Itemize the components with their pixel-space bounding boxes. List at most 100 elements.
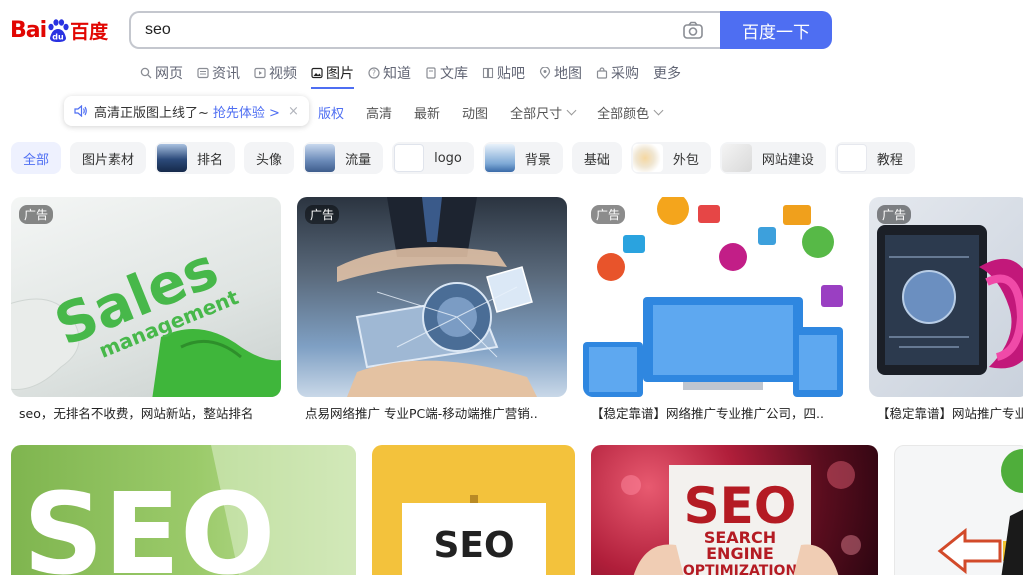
- filter-color-dropdown[interactable]: 全部颜色: [597, 103, 664, 122]
- tab-more[interactable]: 更多: [653, 62, 681, 84]
- search-button[interactable]: 百度一下: [720, 11, 832, 49]
- category-chips: 全部 图片素材 排名 头像 流量 logo 背景 基础 外包 网站建设 教程: [11, 142, 924, 174]
- image-caption[interactable]: 【稳定靠谱】网站推广专业: [877, 403, 1023, 422]
- chip-logo[interactable]: logo: [392, 142, 474, 174]
- camera-icon[interactable]: [683, 21, 703, 39]
- chip-thumbnail: [721, 144, 752, 172]
- image-caption[interactable]: 【稳定靠谱】网络推广专业推广公司，四..: [591, 403, 853, 422]
- seo-sign-image: SEO: [402, 495, 546, 575]
- chip-label: 头像: [256, 152, 283, 168]
- logo-latin: Bai: [10, 17, 47, 43]
- promo-message: 高清正版图上线了~: [94, 105, 209, 121]
- chip-label: 背景: [524, 152, 551, 168]
- chip-all[interactable]: 全部: [11, 142, 62, 174]
- image-card-arrow[interactable]: [894, 445, 1023, 575]
- ad-badge: 广告: [305, 205, 340, 224]
- tab-label: 图片: [326, 66, 354, 82]
- seo-text: SEO: [23, 470, 275, 575]
- tab-news[interactable]: 资讯: [197, 62, 240, 84]
- chip-traffic[interactable]: 流量: [303, 142, 384, 174]
- chip-image-material[interactable]: 图片素材: [70, 142, 147, 174]
- ad-badge: 广告: [877, 205, 912, 224]
- close-icon[interactable]: ×: [288, 104, 299, 119]
- image-caption[interactable]: 点易网络推广 专业PC端-移动端推广营销..: [305, 403, 567, 422]
- video-icon: [254, 67, 266, 79]
- chip-tutorial[interactable]: 教程: [834, 142, 915, 174]
- network-hand-image: [337, 197, 537, 397]
- seo-text: SEO: [433, 525, 514, 566]
- seo-text: SEO: [684, 477, 797, 535]
- optimization-text: OPTIMIZATION: [683, 563, 797, 575]
- map-pin-icon: [539, 67, 551, 79]
- image-icon: [311, 67, 323, 79]
- arrow-money-image: [937, 449, 1023, 575]
- baidu-logo[interactable]: Bai du 百度: [10, 12, 108, 48]
- chip-label: 流量: [345, 152, 372, 168]
- chip-label: 网站建设: [761, 152, 814, 168]
- devices-icons-image: [583, 197, 843, 397]
- document-icon: [426, 67, 436, 79]
- image-card-tablet[interactable]: 广告: [869, 197, 1023, 397]
- chip-thumbnail: [632, 144, 663, 172]
- chip-background[interactable]: 背景: [482, 142, 563, 174]
- chip-avatar[interactable]: 头像: [244, 142, 295, 174]
- shopping-icon: [596, 67, 608, 79]
- image-card-seo-sign[interactable]: SEO: [372, 445, 575, 575]
- tab-zhidao[interactable]: ? 知道: [368, 62, 411, 84]
- chip-label: 教程: [876, 152, 903, 168]
- tab-tieba[interactable]: 贴吧: [482, 62, 525, 84]
- seo-hands-sign-image: SEO SEARCH ENGINE OPTIMIZATION: [621, 461, 861, 575]
- image-card-sales[interactable]: Sales management 广告: [11, 197, 281, 397]
- search-box[interactable]: [129, 11, 721, 49]
- tab-label: 网页: [155, 66, 183, 82]
- chip-thumbnail: [157, 144, 188, 172]
- filter-size-dropdown[interactable]: 全部尺寸: [510, 103, 577, 122]
- image-card-seo-green[interactable]: SEO: [11, 445, 356, 575]
- filter-animated[interactable]: 动图: [462, 103, 488, 122]
- tab-web[interactable]: 网页: [140, 62, 183, 84]
- tab-label: 更多: [653, 66, 681, 82]
- chip-thumbnail: [305, 144, 336, 172]
- tab-procurement[interactable]: 采购: [596, 62, 639, 84]
- chip-website-building[interactable]: 网站建设: [719, 142, 826, 174]
- tab-label: 地图: [554, 66, 582, 82]
- filter-copyright[interactable]: 版权: [318, 103, 344, 122]
- chevron-down-icon: [653, 105, 664, 116]
- ad-badge: 广告: [591, 205, 626, 224]
- chip-thumbnail: [484, 144, 515, 172]
- image-caption[interactable]: seo，无排名不收费，网站新站，整站排名: [19, 403, 281, 422]
- filter-bar: 版权 高清 最新 动图 全部尺寸 全部颜色: [318, 103, 684, 122]
- tab-images[interactable]: 图片: [311, 62, 354, 89]
- ad-badge: 广告: [19, 205, 54, 224]
- image-card-network[interactable]: 广告: [297, 197, 567, 397]
- image-card-seo-hands[interactable]: SEO SEARCH ENGINE OPTIMIZATION: [591, 445, 878, 575]
- chip-label: 图片素材: [82, 152, 135, 168]
- speaker-icon: [74, 105, 87, 117]
- promo-link[interactable]: 抢先体验 >: [213, 102, 280, 121]
- tab-video[interactable]: 视频: [254, 62, 297, 84]
- chip-label: logo: [434, 150, 462, 166]
- news-icon: [197, 67, 209, 79]
- tab-label: 采购: [611, 66, 639, 82]
- tab-label: 知道: [383, 66, 411, 82]
- search-icon: [140, 67, 152, 79]
- chip-thumbnail: [836, 144, 867, 172]
- chip-thumbnail: [394, 144, 425, 172]
- engine-text: ENGINE: [706, 544, 774, 563]
- chip-basics[interactable]: 基础: [571, 142, 622, 174]
- filter-hd[interactable]: 高清: [366, 103, 392, 122]
- filter-latest[interactable]: 最新: [414, 103, 440, 122]
- search-input[interactable]: [145, 21, 665, 39]
- tab-wenku[interactable]: 文库: [425, 62, 468, 84]
- tab-label: 贴吧: [497, 66, 525, 82]
- image-card-devices[interactable]: 广告: [583, 197, 853, 397]
- tab-map[interactable]: 地图: [539, 62, 582, 84]
- tab-label: 视频: [269, 66, 297, 82]
- svg-text:?: ?: [372, 69, 376, 78]
- chip-outsourcing[interactable]: 外包: [630, 142, 711, 174]
- logo-chinese: 百度: [70, 20, 109, 43]
- sales-puzzle-image: Sales management: [11, 236, 281, 397]
- chip-ranking[interactable]: 排名: [155, 142, 236, 174]
- promo-banner: 高清正版图上线了~ 抢先体验 > ×: [64, 96, 309, 126]
- paw-icon: du: [47, 19, 69, 42]
